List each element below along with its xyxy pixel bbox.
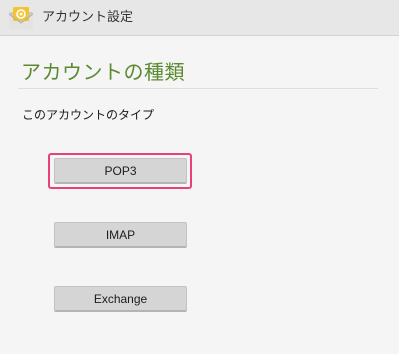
exchange-button[interactable]: Exchange	[54, 286, 187, 312]
page-title: アカウントの種類	[21, 60, 185, 84]
imap-button[interactable]: IMAP	[54, 222, 187, 248]
action-bar: アカウント設定	[0, 0, 399, 36]
account-type-prompt: このアカウントのタイプ	[22, 108, 155, 122]
pop3-button[interactable]: POP3	[54, 158, 187, 184]
title-divider	[18, 88, 378, 89]
action-bar-title: アカウント設定	[42, 10, 134, 25]
main-content: アカウントの種類 このアカウントのタイプ POP3 IMAP Exchange	[0, 36, 399, 354]
email-app-icon[interactable]	[8, 5, 34, 31]
